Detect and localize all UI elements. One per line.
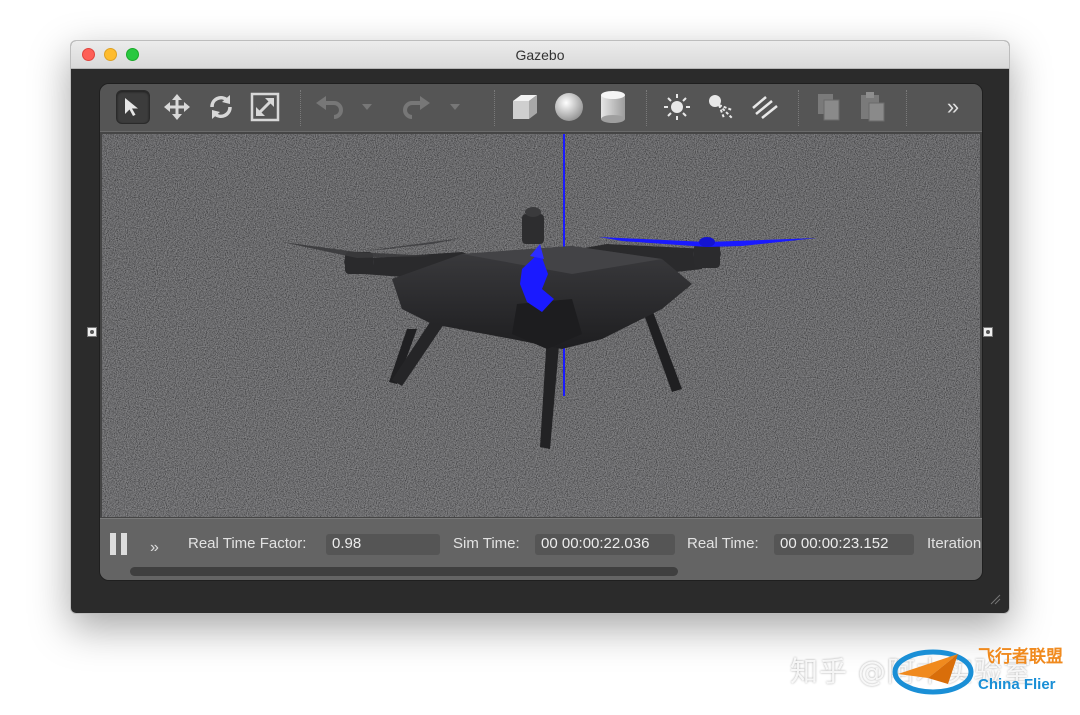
chevron-down-icon	[362, 104, 372, 110]
redo-button[interactable]	[400, 90, 434, 124]
step-button[interactable]: »	[150, 539, 159, 557]
scale-mode-button[interactable]	[248, 90, 282, 124]
select-mode-button[interactable]	[116, 90, 150, 124]
paste-button[interactable]	[856, 90, 890, 124]
pause-button[interactable]	[110, 533, 132, 557]
window-title: Gazebo	[515, 47, 565, 63]
render-panel: » » Real Time Factor: 0.98 Sim Time: 00 …	[99, 83, 983, 581]
right-panel-handle[interactable]	[983, 327, 993, 337]
toolbar-separator	[300, 90, 301, 126]
toolbar-separator	[906, 90, 907, 126]
toolbar: »	[100, 84, 982, 132]
undo-button[interactable]	[312, 90, 346, 124]
real-time-label: Real Time:	[687, 535, 759, 552]
sim-time-field: 00 00:00:22.036	[535, 534, 675, 555]
redo-icon	[403, 96, 430, 119]
double-chevron-right-icon: »	[946, 94, 960, 119]
china-flier-logo: 飞行者联盟 China Flier	[888, 640, 1078, 700]
rotate-mode-button[interactable]	[204, 90, 238, 124]
move-arrows-icon	[164, 94, 190, 120]
box-shape-button[interactable]	[508, 90, 542, 124]
status-bar: » Real Time Factor: 0.98 Sim Time: 00 00…	[100, 518, 982, 580]
iterations-label: Iteration	[927, 535, 982, 552]
scene-render	[102, 134, 980, 517]
resize-grip-icon[interactable]	[989, 593, 1001, 605]
cylinder-icon	[601, 91, 625, 123]
sphere-shape-button[interactable]	[552, 90, 586, 124]
scene-viewport[interactable]	[102, 134, 980, 517]
directional-light-icon	[752, 96, 778, 119]
toolbar-separator	[646, 90, 647, 126]
copy-icon	[818, 94, 840, 121]
arrow-pointer-icon	[125, 98, 138, 116]
real-time-factor-field: 0.98	[326, 534, 440, 555]
toolbar-separator	[798, 90, 799, 126]
undo-history-button[interactable]	[358, 90, 376, 124]
point-light-button[interactable]	[660, 90, 694, 124]
cylinder-shape-button[interactable]	[596, 90, 630, 124]
copy-button[interactable]	[812, 90, 846, 124]
redo-history-button[interactable]	[446, 90, 464, 124]
china-flier-emblem	[892, 649, 974, 695]
chevron-down-icon	[450, 104, 460, 110]
spot-light-button[interactable]	[704, 90, 738, 124]
point-light-icon	[664, 94, 690, 120]
scale-icon	[250, 92, 280, 122]
paste-icon	[861, 92, 885, 122]
title-bar[interactable]: Gazebo	[71, 41, 1009, 69]
sim-time-label: Sim Time:	[453, 535, 520, 552]
gazebo-window: Gazebo » » Real Time Factor: 0.98 Sim Ti…	[70, 40, 1010, 614]
status-horizontal-scrollbar[interactable]	[130, 567, 678, 576]
sphere-icon	[555, 93, 583, 121]
more-tools-button[interactable]: »	[936, 90, 970, 124]
spot-light-icon	[709, 95, 733, 119]
left-panel-handle[interactable]	[87, 327, 97, 337]
undo-icon	[316, 96, 343, 119]
directional-light-button[interactable]	[748, 90, 782, 124]
toolbar-separator	[494, 90, 495, 126]
real-time-field: 00 00:00:23.152	[774, 534, 914, 555]
box-icon	[513, 95, 537, 119]
real-time-factor-label: Real Time Factor:	[188, 535, 307, 552]
pause-icon	[110, 533, 116, 555]
rotate-icon	[210, 95, 232, 119]
translate-mode-button[interactable]	[160, 90, 194, 124]
